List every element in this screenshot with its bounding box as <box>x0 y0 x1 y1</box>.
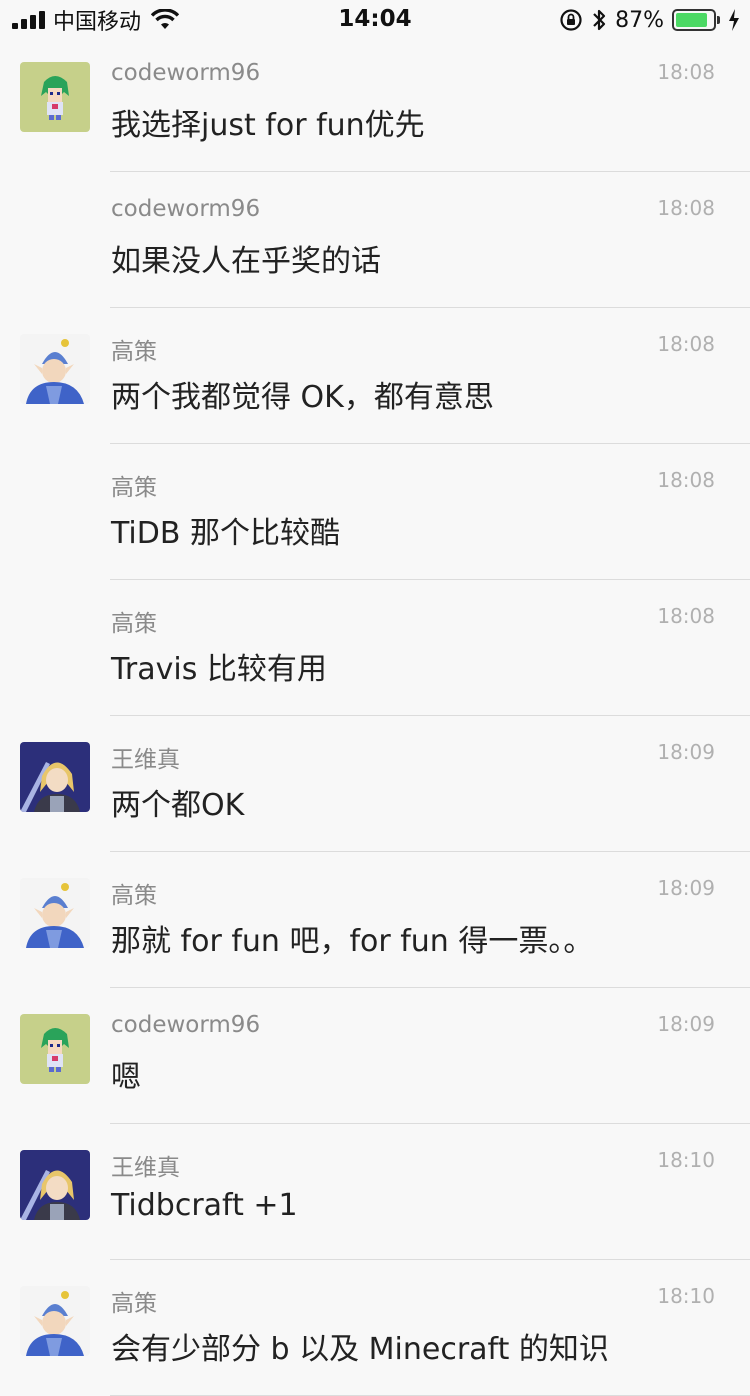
message-time: 18:09 <box>657 740 715 764</box>
sender-name[interactable]: codeworm96 <box>111 196 260 222</box>
avatar[interactable] <box>20 1150 90 1220</box>
avatar[interactable] <box>20 334 90 404</box>
battery-icon <box>672 9 720 31</box>
message-text: Tidbcraft +1 <box>111 1188 298 1223</box>
rotation-lock-icon <box>560 9 582 31</box>
message-time: 18:10 <box>657 1284 715 1308</box>
message-row[interactable]: 高策 18:10 会有少部分 b 以及 Minecraft 的知识 <box>0 1260 750 1396</box>
message-text: 嗯 <box>111 1060 141 1095</box>
bluetooth-icon <box>593 9 606 31</box>
sender-name[interactable]: 高策 <box>111 604 157 638</box>
message-text: 我选择just for fun优先 <box>111 108 425 143</box>
sender-name[interactable]: 王维真 <box>111 1148 180 1182</box>
avatar[interactable] <box>20 1286 90 1356</box>
sender-name[interactable]: 高策 <box>111 876 157 910</box>
sender-name[interactable]: 高策 <box>111 468 157 502</box>
message-text: TiDB 那个比较酷 <box>111 516 340 551</box>
message-text: Travis 比较有用 <box>111 652 327 687</box>
message-time: 18:08 <box>657 468 715 492</box>
avatar[interactable] <box>20 742 90 812</box>
message-row[interactable]: 王维真 18:10 Tidbcraft +1 <box>0 1124 750 1260</box>
avatar[interactable] <box>20 878 90 948</box>
message-time: 18:08 <box>657 196 715 220</box>
message-row[interactable]: 王维真 18:09 两个都OK <box>0 716 750 852</box>
message-row[interactable]: codeworm96 18:08 我选择just for fun优先 <box>0 36 750 172</box>
sender-name[interactable]: 高策 <box>111 332 157 366</box>
message-text: 会有少部分 b 以及 Minecraft 的知识 <box>111 1332 609 1367</box>
message-row[interactable]: 高策 18:08 TiDB 那个比较酷 <box>0 444 750 580</box>
message-list[interactable]: codeworm96 18:08 我选择just for fun优先 codeworm… <box>0 36 750 1396</box>
sender-name[interactable]: codeworm96 <box>111 60 260 86</box>
sender-name[interactable]: 高策 <box>111 1284 157 1318</box>
message-row[interactable]: 高策 18:09 那就 for fun 吧，for fun 得一票。。 <box>0 852 750 988</box>
sender-name[interactable]: codeworm96 <box>111 1012 260 1038</box>
status-bar: 中国移动 14:04 87% <box>0 0 750 40</box>
message-text: 那就 for fun 吧，for fun 得一票。。 <box>111 924 594 959</box>
message-time: 18:08 <box>657 60 715 84</box>
message-text: 两个都OK <box>111 788 245 823</box>
avatar[interactable] <box>20 1014 90 1084</box>
status-right: 87% <box>559 6 740 34</box>
battery-percent: 87% <box>615 7 664 33</box>
avatar[interactable] <box>20 62 90 132</box>
message-time: 18:09 <box>657 1012 715 1036</box>
message-row[interactable]: 高策 18:08 两个我都觉得 OK，都有意思 <box>0 308 750 444</box>
message-time: 18:08 <box>657 332 715 356</box>
message-row[interactable]: codeworm96 18:08 如果没人在乎奖的话 <box>0 172 750 308</box>
message-time: 18:10 <box>657 1148 715 1172</box>
sender-name[interactable]: 王维真 <box>111 740 180 774</box>
message-time: 18:08 <box>657 604 715 628</box>
message-row[interactable]: 高策 18:08 Travis 比较有用 <box>0 580 750 716</box>
charging-bolt-icon <box>729 9 739 31</box>
message-text: 两个我都觉得 OK，都有意思 <box>111 380 494 415</box>
battery-fill <box>676 13 708 27</box>
message-row[interactable]: codeworm96 18:09 嗯 <box>0 988 750 1124</box>
message-text: 如果没人在乎奖的话 <box>111 244 381 279</box>
message-time: 18:09 <box>657 876 715 900</box>
